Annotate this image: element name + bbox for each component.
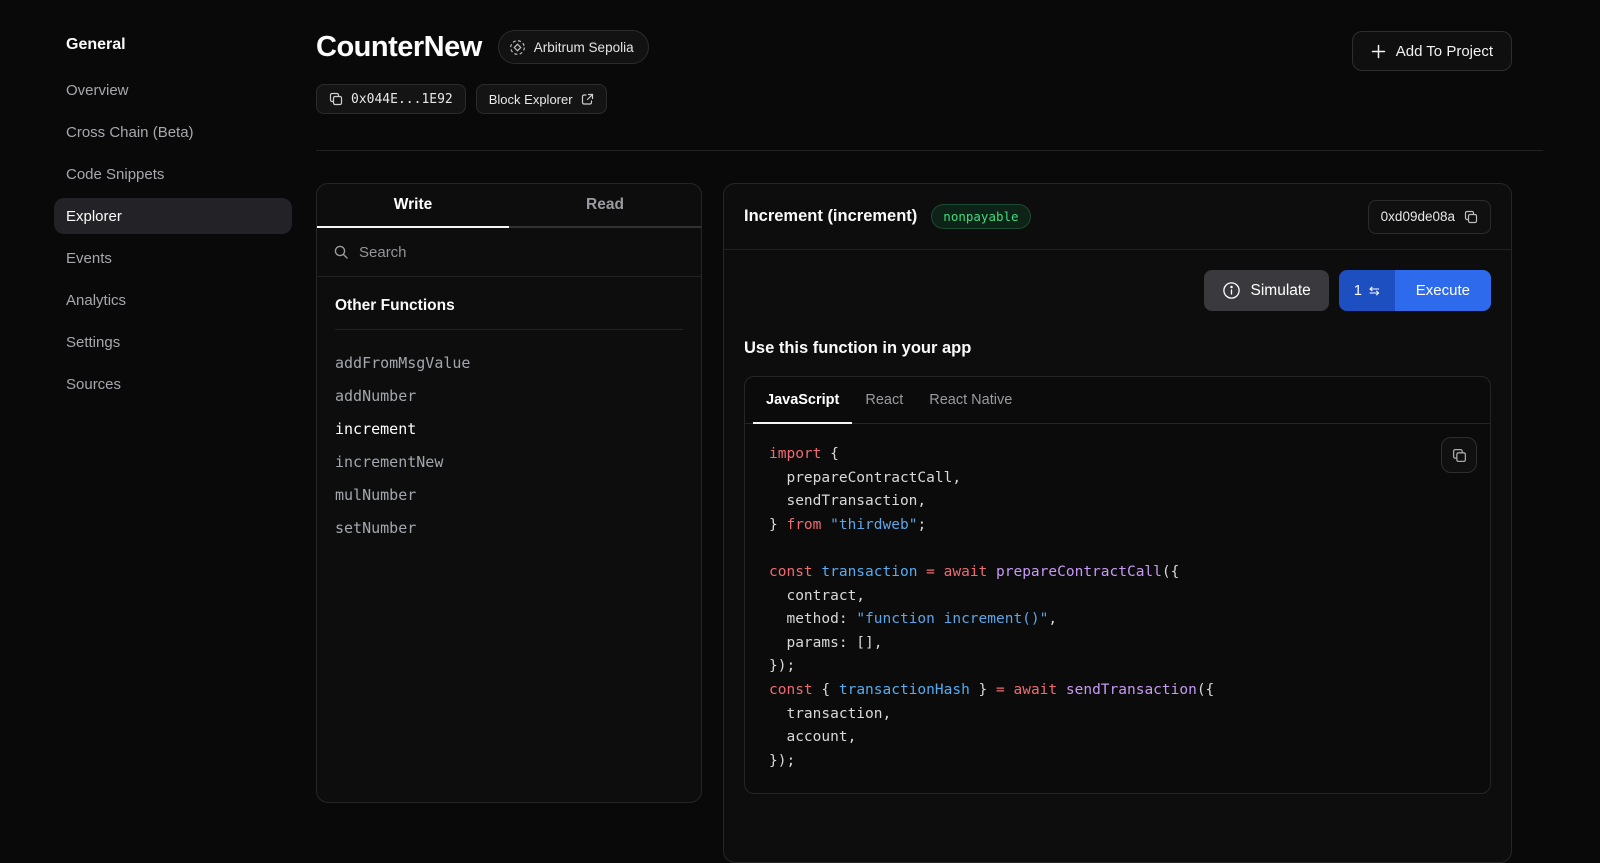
function-item-setnumber[interactable]: setNumber xyxy=(335,511,683,544)
block-explorer-button[interactable]: Block Explorer xyxy=(476,84,607,114)
header-divider xyxy=(316,150,1543,151)
functions-list: addFromMsgValueaddNumberincrementincreme… xyxy=(317,336,701,554)
title-row: CounterNew Arbitrum Sepolia xyxy=(316,30,649,64)
contract-links-row: 0x044E...1E92 Block Explorer xyxy=(316,84,607,114)
sidebar-item-explorer[interactable]: Explorer xyxy=(54,198,292,234)
function-title: Increment (increment) xyxy=(744,207,917,226)
sidebar: General Overview Cross Chain (Beta) Code S… xyxy=(0,0,300,819)
swap-arrows-icon: ⇆ xyxy=(1369,283,1380,299)
sidebar-item-sources[interactable]: Sources xyxy=(54,366,292,402)
function-item-mulnumber[interactable]: mulNumber xyxy=(335,478,683,511)
execute-label: Execute xyxy=(1416,282,1470,299)
execute-count-button[interactable]: 1 ⇆ xyxy=(1339,270,1395,311)
code-tab-react[interactable]: React xyxy=(852,377,916,424)
info-icon xyxy=(1222,281,1241,300)
functions-section: Other Functions xyxy=(317,277,701,336)
network-icon xyxy=(509,39,526,56)
sidebar-item-cross-chain-beta[interactable]: Cross Chain (Beta) xyxy=(54,114,292,150)
sidebar-item-events[interactable]: Events xyxy=(54,240,292,276)
simulate-button[interactable]: Simulate xyxy=(1204,270,1329,311)
code-tab-javascript[interactable]: JavaScript xyxy=(753,377,852,424)
copy-icon xyxy=(1464,210,1478,224)
sidebar-item-analytics[interactable]: Analytics xyxy=(54,282,292,318)
search-input[interactable] xyxy=(359,244,685,261)
plus-icon xyxy=(1371,44,1386,59)
function-item-addnumber[interactable]: addNumber xyxy=(335,379,683,412)
code-tab-react-native[interactable]: React Native xyxy=(916,377,1025,424)
search-icon xyxy=(333,244,349,260)
copy-icon xyxy=(329,92,343,106)
network-badge-label: Arbitrum Sepolia xyxy=(534,40,634,55)
function-selector-label: 0xd09de08a xyxy=(1381,209,1455,224)
execute-count-value: 1 xyxy=(1354,283,1362,299)
sidebar-item-settings[interactable]: Settings xyxy=(54,324,292,360)
write-read-tabs: WriteRead xyxy=(317,184,701,228)
functions-panel: WriteRead Other Functions addFromMsgValu… xyxy=(316,183,702,803)
simulate-label: Simulate xyxy=(1251,282,1311,300)
functions-section-title: Other Functions xyxy=(335,297,683,330)
function-item-increment[interactable]: increment xyxy=(335,412,683,445)
contract-address-button[interactable]: 0x044E...1E92 xyxy=(316,84,466,114)
sidebar-section-header: General xyxy=(54,36,292,54)
sidebar-items: Overview Cross Chain (Beta) Code Snippets E… xyxy=(54,72,292,402)
tab-read[interactable]: Read xyxy=(509,184,701,228)
tab-write[interactable]: Write xyxy=(317,184,509,228)
main-content: CounterNew Arbitrum Sepolia Add To Proje… xyxy=(316,0,1512,819)
function-detail-panel: Increment (increment) nonpayable 0xd09de… xyxy=(723,183,1512,863)
execute-split-button: 1 ⇆ Execute xyxy=(1339,270,1491,311)
function-item-incrementnew[interactable]: incrementNew xyxy=(335,445,683,478)
function-detail-header: Increment (increment) nonpayable 0xd09de… xyxy=(724,184,1511,250)
execute-button[interactable]: Execute xyxy=(1395,270,1491,311)
code-body: import { prepareContractCall, sendTransa… xyxy=(745,424,1490,791)
code-snippet: import { prepareContractCall, sendTransa… xyxy=(769,443,1430,773)
copy-code-button[interactable] xyxy=(1441,437,1477,473)
block-explorer-label: Block Explorer xyxy=(489,92,573,107)
contract-address-label: 0x044E...1E92 xyxy=(351,92,453,107)
code-card: JavaScriptReactReact Native import { pre… xyxy=(744,376,1491,794)
function-selector-button[interactable]: 0xd09de08a xyxy=(1368,200,1491,234)
actions-row: Simulate 1 ⇆ Execute xyxy=(724,250,1511,311)
add-to-project-button[interactable]: Add To Project xyxy=(1352,31,1512,71)
copy-icon xyxy=(1452,448,1467,463)
add-to-project-label: Add To Project xyxy=(1396,43,1493,60)
mutability-badge: nonpayable xyxy=(931,204,1030,229)
network-badge[interactable]: Arbitrum Sepolia xyxy=(498,30,649,64)
sidebar-item-code-snippets[interactable]: Code Snippets xyxy=(54,156,292,192)
sidebar-item-overview[interactable]: Overview xyxy=(54,72,292,108)
page-title: CounterNew xyxy=(316,31,482,64)
panels-row: WriteRead Other Functions addFromMsgValu… xyxy=(316,183,1512,863)
code-language-tabs: JavaScriptReactReact Native xyxy=(745,377,1490,424)
external-link-icon xyxy=(581,93,594,106)
usage-heading: Use this function in your app xyxy=(744,339,1491,358)
search-row xyxy=(317,228,701,277)
function-item-addfrommsgvalue[interactable]: addFromMsgValue xyxy=(335,346,683,379)
